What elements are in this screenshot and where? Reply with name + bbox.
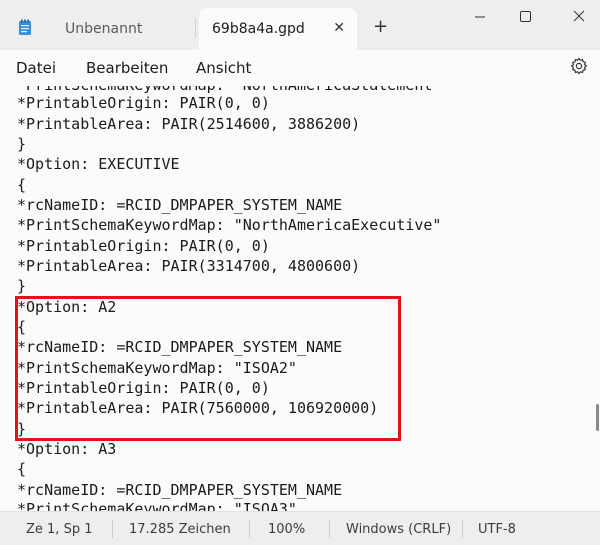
status-divider	[462, 520, 463, 538]
minimize-icon	[475, 16, 485, 18]
text-line: {	[17, 176, 27, 194]
close-icon	[573, 10, 585, 22]
menu-bearbeiten[interactable]: Bearbeiten	[86, 59, 168, 77]
minimize-button[interactable]	[456, 0, 504, 34]
character-count: 17.285 Zeichen	[129, 522, 231, 537]
tab-label: Unbenannt	[65, 21, 143, 37]
text-line: *PrintableArea: PAIR(2514600, 3886200)	[17, 115, 361, 133]
text-line: *rcNameID: =RCID_DMPAPER_SYSTEM_NAME	[17, 481, 343, 499]
close-tab-icon[interactable]: ✕	[333, 20, 345, 36]
maximize-button[interactable]	[502, 0, 550, 34]
text-line: {	[17, 460, 27, 478]
text-line: }	[17, 277, 27, 295]
menu-bar: Datei Bearbeiten Ansicht	[0, 50, 600, 86]
text-line: }	[17, 135, 27, 153]
notepad-window: Unbenannt 69b8a4a.gpd ✕ + Datei Bearbeit…	[0, 0, 600, 545]
cursor-position: Ze 1, Sp 1	[26, 522, 93, 537]
text-line: *PrintableArea: PAIR(3314700, 4800600)	[17, 257, 361, 275]
line-ending: Windows (CRLF)	[346, 522, 452, 537]
text-line: *PrintableOrigin: PAIR(0, 0)	[17, 237, 270, 255]
text-editor[interactable]: *PrintSchemaKeywordMap: "NorthAmericaSta…	[0, 86, 600, 511]
status-divider	[329, 520, 330, 538]
text-line: *PrintSchemaKeywordMap: "ISOA3"	[17, 500, 297, 511]
text-line: *PrintableOrigin: PAIR(0, 0)	[17, 94, 270, 112]
menu-datei[interactable]: Datei	[16, 59, 56, 77]
tab-unbenannt[interactable]: Unbenannt	[48, 8, 196, 50]
scrollbar-thumb[interactable]	[596, 404, 599, 431]
settings-gear-icon[interactable]	[570, 57, 588, 75]
text-encoding: UTF-8	[478, 522, 516, 537]
maximize-icon	[520, 11, 531, 22]
text-line: *Option: A3	[17, 440, 117, 458]
text-line: *Option: EXECUTIVE	[17, 155, 180, 173]
text-line: *PrintSchemaKeywordMap: "NorthAmericaExe…	[17, 216, 442, 234]
tab-label: 69b8a4a.gpd	[212, 21, 305, 37]
notepad-app-icon	[19, 19, 31, 35]
title-bar: Unbenannt 69b8a4a.gpd ✕ +	[0, 0, 600, 50]
tab-active-file[interactable]: 69b8a4a.gpd ✕	[199, 8, 357, 50]
text-line: *rcNameID: =RCID_DMPAPER_SYSTEM_NAME	[17, 196, 343, 214]
menu-ansicht[interactable]: Ansicht	[196, 59, 251, 77]
status-bar: Ze 1, Sp 1 17.285 Zeichen 100% Windows (…	[0, 511, 600, 545]
status-divider	[112, 520, 113, 538]
close-window-button[interactable]	[552, 0, 600, 34]
zoom-level: 100%	[268, 522, 306, 537]
new-tab-button[interactable]: +	[373, 18, 388, 36]
status-divider	[249, 520, 250, 538]
tab-divider	[195, 18, 196, 38]
red-highlight-box	[15, 296, 401, 441]
